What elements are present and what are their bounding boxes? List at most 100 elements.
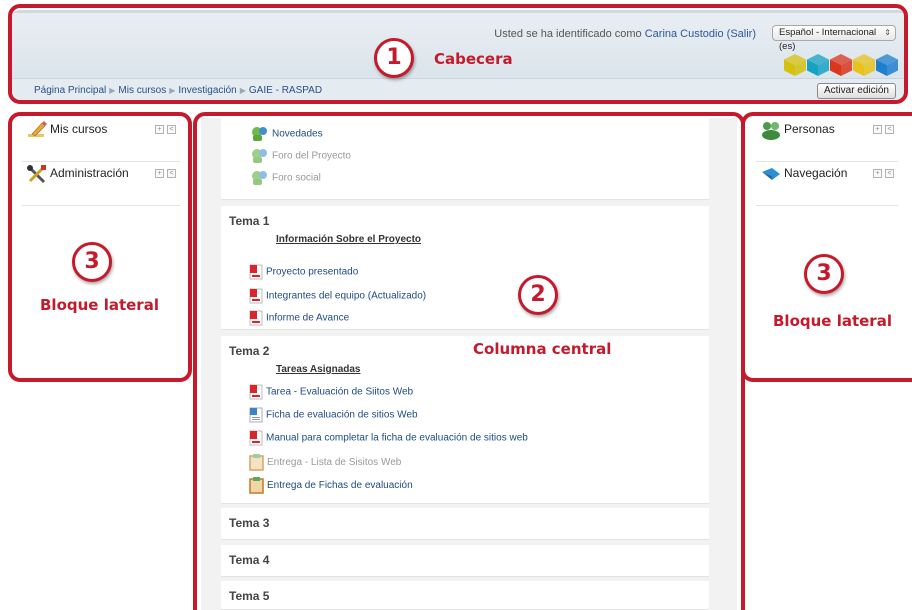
expand-block-icon[interactable]: + <box>155 125 164 134</box>
logout-link[interactable]: (Salir) <box>727 28 756 40</box>
annotation-label: Bloque lateral <box>40 296 159 314</box>
annotation-number-badge: 2 <box>518 275 558 315</box>
logo-cube <box>807 54 829 76</box>
logo-cube <box>853 54 875 76</box>
header-top-strip <box>12 10 906 13</box>
turn-editing-on-button[interactable]: Activar edición <box>816 83 896 99</box>
breadcrumb-home[interactable]: Página Principal <box>34 85 106 96</box>
login-info: Usted se ha identificado como Carina Cus… <box>494 28 756 40</box>
block-title: Navegación <box>784 166 848 180</box>
assignment-icon <box>249 454 264 471</box>
list-item[interactable]: Entrega de Fichas de evaluación <box>249 477 413 494</box>
block-title: Administración <box>50 166 129 180</box>
breadcrumb-separator-icon: ▶ <box>109 86 116 95</box>
breadcrumb-separator-icon: ▶ <box>169 86 176 95</box>
expand-block-icon[interactable]: + <box>873 169 882 178</box>
item-label: Entrega de Fichas de evaluación <box>267 480 413 492</box>
dock-block-icon[interactable]: < <box>885 125 894 134</box>
navigation-arrow-icon <box>762 168 780 180</box>
block-controls: + < <box>152 166 176 178</box>
forum-icon <box>252 171 267 185</box>
list-item[interactable]: Tarea - Evaluación de Siitos Web <box>249 384 413 400</box>
section-tema-4[interactable]: Tema 4 <box>221 545 709 577</box>
logo-cube <box>876 54 898 76</box>
pdf-icon <box>249 288 263 304</box>
document-icon <box>249 407 263 423</box>
moodle-cubes-logo <box>784 54 898 76</box>
breadcrumb: Página Principal ▶ Mis cursos ▶ Investigació… <box>34 85 322 96</box>
list-item[interactable]: Ficha de evaluación de sitios Web <box>249 407 418 423</box>
list-item[interactable]: Proyecto presentado <box>249 264 358 280</box>
block-title: Personas <box>784 122 835 136</box>
breadcrumb-course[interactable]: GAIE - RASPAD <box>249 85 322 96</box>
section-title: Tema 5 <box>229 589 270 603</box>
annotation-number-badge: 3 <box>72 242 112 282</box>
item-label: Manual para completar la ficha de evalua… <box>266 432 528 444</box>
assignment-icon <box>249 477 264 494</box>
item-label: Proyecto presentado <box>266 266 359 278</box>
section-tema-3[interactable]: Tema 3 <box>221 508 709 540</box>
tools-icon <box>27 165 46 184</box>
item-label: Informe de Avance <box>266 312 350 324</box>
breadcrumb-bar: Página Principal ▶ Mis cursos ▶ Investigació… <box>12 78 906 102</box>
list-item[interactable]: Novedades <box>251 126 323 142</box>
block-navigation[interactable]: Navegación + < <box>756 162 898 206</box>
breadcrumb-separator-icon: ▶ <box>239 86 246 95</box>
dock-block-icon[interactable]: < <box>885 169 894 178</box>
list-item[interactable]: Entrega - Lista de Sisitos Web <box>249 454 401 471</box>
pdf-icon <box>249 430 263 446</box>
right-block-column: Personas + < Navegación + < <box>752 118 902 206</box>
user-name-link[interactable]: Carina Custodio <box>645 28 724 40</box>
block-controls: + < <box>152 122 176 134</box>
block-controls: + < <box>870 122 894 134</box>
people-icon <box>762 122 780 140</box>
annotation-label: Columna central <box>473 340 612 358</box>
list-item[interactable]: Manual para completar la ficha de evalua… <box>249 430 528 446</box>
forum-icon <box>252 127 267 141</box>
logo-cube <box>784 54 806 76</box>
item-label: Foro del Proyecto <box>272 150 351 162</box>
item-label: Integrantes del equipo (Actualizado) <box>266 290 427 302</box>
language-select[interactable]: Español - Internacional (es) ⇕ <box>772 25 896 52</box>
annotation-number-badge: 3 <box>804 254 844 294</box>
section-tema-5[interactable]: Tema 5 <box>221 581 709 610</box>
language-selected-value: Español - Internacional (es) <box>779 27 877 52</box>
left-block-column: Mis cursos + < Administración + < <box>18 118 184 206</box>
section-title: Tema 2 <box>229 344 270 358</box>
item-label: Foro social <box>272 172 321 184</box>
pdf-icon <box>249 264 263 280</box>
expand-block-icon[interactable]: + <box>155 169 164 178</box>
annotation-label: Bloque lateral <box>773 312 892 330</box>
list-item[interactable]: Informe de Avance <box>249 310 349 326</box>
list-item[interactable]: Integrantes del equipo (Actualizado) <box>249 288 426 304</box>
item-label: Tarea - Evaluación de Siitos Web <box>266 386 414 398</box>
pdf-icon <box>249 310 263 326</box>
annotation-label: Cabecera <box>434 50 513 68</box>
item-label: Entrega - Lista de Sisitos Web <box>267 457 402 469</box>
breadcrumb-category[interactable]: Investigación <box>178 85 236 96</box>
select-arrows-icon: ⇕ <box>884 28 891 37</box>
dock-block-icon[interactable]: < <box>167 169 176 178</box>
item-label: Novedades <box>272 128 323 140</box>
block-people[interactable]: Personas + < <box>756 118 898 162</box>
expand-block-icon[interactable]: + <box>873 125 882 134</box>
list-item[interactable]: Foro del Proyecto <box>251 148 351 164</box>
item-label: Ficha de evaluación de sitios Web <box>266 409 418 421</box>
login-prefix: Usted se ha identificado como <box>494 28 642 40</box>
section-title: Tema 3 <box>229 516 270 530</box>
section-title: Tema 4 <box>229 553 270 567</box>
section-subheading: Tareas Asignadas <box>276 364 361 375</box>
dock-block-icon[interactable]: < <box>167 125 176 134</box>
block-administration[interactable]: Administración + < <box>22 162 180 206</box>
annotation-number-badge: 1 <box>374 38 414 78</box>
breadcrumb-my-courses[interactable]: Mis cursos <box>118 85 166 96</box>
logo-cube <box>830 54 852 76</box>
section-tema-2: Tema 2 Tareas Asignadas Tarea - Evaluaci… <box>221 336 709 504</box>
forum-icon <box>252 149 267 163</box>
section-tema-1: Tema 1 Información Sobre el Proyecto Pro… <box>221 206 709 330</box>
section-subheading: Información Sobre el Proyecto <box>276 234 422 245</box>
list-item[interactable]: Foro social <box>251 170 321 186</box>
block-controls: + < <box>870 166 894 178</box>
block-my-courses[interactable]: Mis cursos + < <box>22 118 180 162</box>
section-title: Tema 1 <box>229 214 270 228</box>
